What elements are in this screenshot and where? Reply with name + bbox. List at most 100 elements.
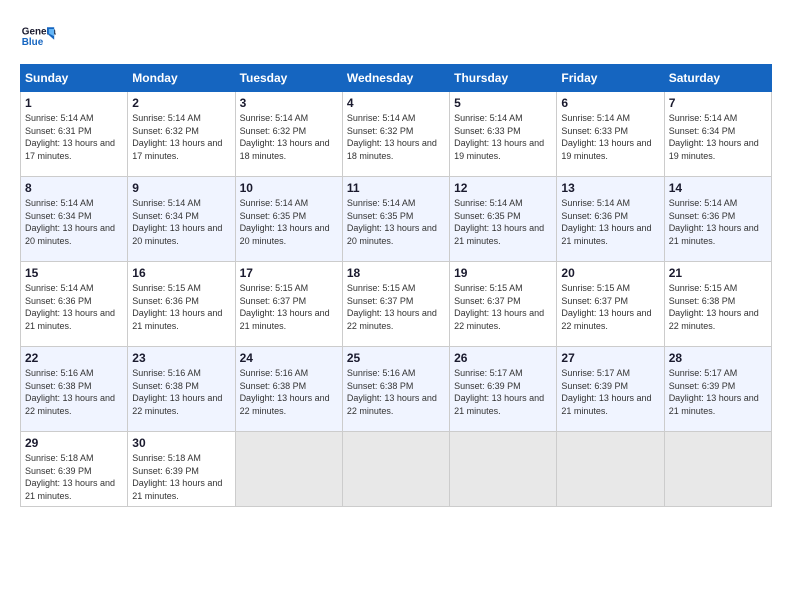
day-info: Sunrise: 5:14 AMSunset: 6:34 PMDaylight:… [25,197,123,247]
calendar-cell: 19 Sunrise: 5:15 AMSunset: 6:37 PMDayligh… [450,262,557,347]
weekday-header-friday: Friday [557,65,664,92]
weekday-header-row: SundayMondayTuesdayWednesdayThursdayFrid… [21,65,772,92]
day-number: 13 [561,181,659,195]
day-info: Sunrise: 5:14 AMSunset: 6:31 PMDaylight:… [25,112,123,162]
calendar-cell: 11 Sunrise: 5:14 AMSunset: 6:35 PMDayligh… [342,177,449,262]
calendar-week-row-5: 29Sunrise: 5:18 AMSunset: 6:39 PMDayligh… [21,432,772,507]
calendar-cell: 23Sunrise: 5:16 AMSunset: 6:38 PMDayligh… [128,347,235,432]
calendar-cell: 4 Sunrise: 5:14 AMSunset: 6:32 PMDaylight… [342,92,449,177]
day-info: Sunrise: 5:14 AMSunset: 6:32 PMDaylight:… [132,112,230,162]
calendar-cell: 22 Sunrise: 5:16 AMSunset: 6:38 PMDayligh… [21,347,128,432]
svg-text:Blue: Blue [22,37,44,48]
calendar-cell [557,432,664,507]
calendar-table: SundayMondayTuesdayWednesdayThursdayFrid… [20,64,772,507]
calendar-cell: 28Sunrise: 5:17 AMSunset: 6:39 PMDayligh… [664,347,771,432]
day-info: Sunrise: 5:18 AMSunset: 6:39 PMDaylight:… [132,452,230,502]
day-info: Sunrise: 5:14 AMSunset: 6:35 PMDaylight:… [454,197,552,247]
day-number: 8 [25,181,123,195]
weekday-header-tuesday: Tuesday [235,65,342,92]
calendar-cell: 10 Sunrise: 5:14 AMSunset: 6:35 PMDayligh… [235,177,342,262]
calendar-cell: 5Sunrise: 5:14 AMSunset: 6:33 PMDaylight… [450,92,557,177]
calendar-cell [342,432,449,507]
calendar-week-row-4: 22 Sunrise: 5:16 AMSunset: 6:38 PMDayligh… [21,347,772,432]
calendar-cell [450,432,557,507]
calendar-cell: 20 Sunrise: 5:15 AMSunset: 6:37 PMDayligh… [557,262,664,347]
day-info: Sunrise: 5:14 AMSunset: 6:32 PMDaylight:… [347,112,445,162]
day-number: 21 [669,266,767,280]
calendar-cell: 16Sunrise: 5:15 AMSunset: 6:36 PMDayligh… [128,262,235,347]
day-number: 2 [132,96,230,110]
day-info: Sunrise: 5:14 AMSunset: 6:36 PMDaylight:… [25,282,123,332]
day-info: Sunrise: 5:15 AMSunset: 6:37 PMDaylight:… [347,282,445,332]
day-info: Sunrise: 5:16 AMSunset: 6:38 PMDaylight:… [240,367,338,417]
day-info: Sunrise: 5:14 AMSunset: 6:32 PMDaylight:… [240,112,338,162]
day-info: Sunrise: 5:14 AMSunset: 6:34 PMDaylight:… [132,197,230,247]
day-info: Sunrise: 5:14 AMSunset: 6:34 PMDaylight:… [669,112,767,162]
day-number: 22 [25,351,123,365]
day-info: Sunrise: 5:15 AMSunset: 6:37 PMDaylight:… [561,282,659,332]
calendar-cell: 29Sunrise: 5:18 AMSunset: 6:39 PMDayligh… [21,432,128,507]
day-number: 26 [454,351,552,365]
calendar-cell [664,432,771,507]
calendar-cell: 6 Sunrise: 5:14 AMSunset: 6:33 PMDaylight… [557,92,664,177]
weekday-header-monday: Monday [128,65,235,92]
calendar-cell: 18 Sunrise: 5:15 AMSunset: 6:37 PMDayligh… [342,262,449,347]
weekday-header-wednesday: Wednesday [342,65,449,92]
day-info: Sunrise: 5:14 AMSunset: 6:35 PMDaylight:… [347,197,445,247]
calendar-cell: 30Sunrise: 5:18 AMSunset: 6:39 PMDayligh… [128,432,235,507]
day-info: Sunrise: 5:16 AMSunset: 6:38 PMDaylight:… [132,367,230,417]
logo-icon: General Blue [20,20,56,56]
day-number: 18 [347,266,445,280]
day-number: 1 [25,96,123,110]
day-number: 25 [347,351,445,365]
weekday-header-saturday: Saturday [664,65,771,92]
day-info: Sunrise: 5:14 AMSunset: 6:33 PMDaylight:… [561,112,659,162]
calendar-cell: 9 Sunrise: 5:14 AMSunset: 6:34 PMDaylight… [128,177,235,262]
calendar-cell [235,432,342,507]
calendar-cell: 14 Sunrise: 5:14 AMSunset: 6:36 PMDayligh… [664,177,771,262]
day-number: 6 [561,96,659,110]
day-info: Sunrise: 5:15 AMSunset: 6:37 PMDaylight:… [454,282,552,332]
day-info: Sunrise: 5:17 AMSunset: 6:39 PMDaylight:… [669,367,767,417]
day-number: 24 [240,351,338,365]
day-number: 3 [240,96,338,110]
day-number: 4 [347,96,445,110]
calendar-cell: 27Sunrise: 5:17 AMSunset: 6:39 PMDayligh… [557,347,664,432]
calendar-cell: 26 Sunrise: 5:17 AMSunset: 6:39 PMDayligh… [450,347,557,432]
calendar-cell: 12 Sunrise: 5:14 AMSunset: 6:35 PMDayligh… [450,177,557,262]
day-info: Sunrise: 5:17 AMSunset: 6:39 PMDaylight:… [454,367,552,417]
calendar-week-row-1: 1 Sunrise: 5:14 AMSunset: 6:31 PMDaylight… [21,92,772,177]
day-info: Sunrise: 5:16 AMSunset: 6:38 PMDaylight:… [25,367,123,417]
day-number: 20 [561,266,659,280]
calendar-cell: 25Sunrise: 5:16 AMSunset: 6:38 PMDayligh… [342,347,449,432]
day-info: Sunrise: 5:15 AMSunset: 6:36 PMDaylight:… [132,282,230,332]
weekday-header-thursday: Thursday [450,65,557,92]
day-number: 27 [561,351,659,365]
calendar-cell: 1 Sunrise: 5:14 AMSunset: 6:31 PMDaylight… [21,92,128,177]
calendar-cell: 15Sunrise: 5:14 AMSunset: 6:36 PMDayligh… [21,262,128,347]
day-number: 17 [240,266,338,280]
calendar-week-row-3: 15Sunrise: 5:14 AMSunset: 6:36 PMDayligh… [21,262,772,347]
day-number: 9 [132,181,230,195]
calendar-cell: 8 Sunrise: 5:14 AMSunset: 6:34 PMDaylight… [21,177,128,262]
day-number: 11 [347,181,445,195]
day-number: 14 [669,181,767,195]
calendar-cell: 3 Sunrise: 5:14 AMSunset: 6:32 PMDaylight… [235,92,342,177]
calendar-cell: 2 Sunrise: 5:14 AMSunset: 6:32 PMDaylight… [128,92,235,177]
day-number: 7 [669,96,767,110]
calendar-cell: 7 Sunrise: 5:14 AMSunset: 6:34 PMDaylight… [664,92,771,177]
day-number: 19 [454,266,552,280]
day-info: Sunrise: 5:14 AMSunset: 6:36 PMDaylight:… [669,197,767,247]
day-number: 10 [240,181,338,195]
day-info: Sunrise: 5:14 AMSunset: 6:33 PMDaylight:… [454,112,552,162]
calendar-week-row-2: 8 Sunrise: 5:14 AMSunset: 6:34 PMDaylight… [21,177,772,262]
calendar-cell: 13 Sunrise: 5:14 AMSunset: 6:36 PMDayligh… [557,177,664,262]
header: General Blue [20,20,772,56]
day-info: Sunrise: 5:18 AMSunset: 6:39 PMDaylight:… [25,452,123,502]
day-info: Sunrise: 5:14 AMSunset: 6:35 PMDaylight:… [240,197,338,247]
day-info: Sunrise: 5:15 AMSunset: 6:38 PMDaylight:… [669,282,767,332]
day-number: 12 [454,181,552,195]
day-info: Sunrise: 5:14 AMSunset: 6:36 PMDaylight:… [561,197,659,247]
weekday-header-sunday: Sunday [21,65,128,92]
calendar-cell: 21 Sunrise: 5:15 AMSunset: 6:38 PMDayligh… [664,262,771,347]
